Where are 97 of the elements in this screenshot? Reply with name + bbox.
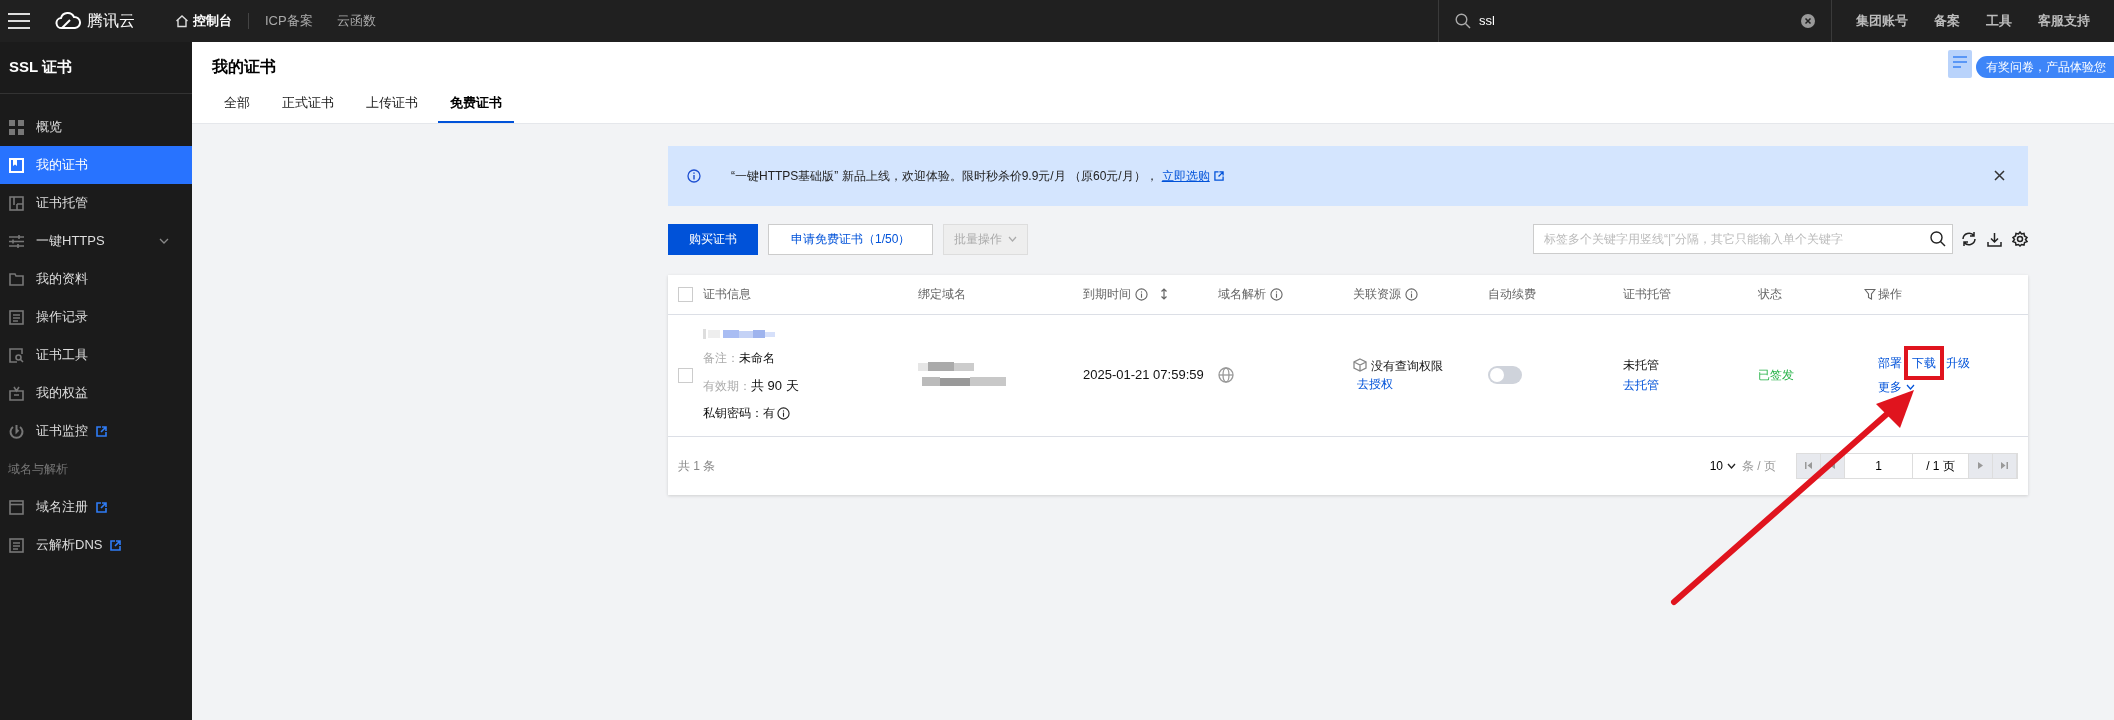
globe-icon [1218, 367, 1234, 383]
nav-link[interactable]: 控制台 [163, 11, 244, 31]
sidebar-item[interactable]: 证书监控 [0, 412, 192, 450]
resource-text: 没有查询权限 [1371, 359, 1443, 373]
tab[interactable]: 免费证书 [438, 93, 514, 123]
nav-link[interactable]: ICP备案 [253, 11, 325, 31]
page-size-select[interactable]: 10 [1709, 456, 1736, 475]
tab[interactable]: 上传证书 [354, 93, 430, 123]
total-count: 共 1 条 [678, 457, 716, 475]
page-title: 我的证书 [212, 57, 276, 77]
search-icon [1455, 13, 1471, 29]
triangle-icon [1804, 461, 1813, 470]
validity-value: 共 90 天 [751, 377, 799, 393]
external-link-icon [96, 501, 107, 513]
cube-icon [1353, 358, 1367, 372]
home-icon [175, 14, 189, 28]
expiry-text: 2025-01-21 07:59:59 [1083, 366, 1205, 385]
sidebar-item[interactable]: 云解析DNS [0, 526, 192, 564]
sliders-icon [9, 233, 24, 249]
first-page-button[interactable] [1797, 453, 1821, 478]
triangle-icon [2000, 461, 2009, 470]
status-text: 已签发 [1758, 367, 1795, 384]
nav-link[interactable]: 云函数 [324, 11, 388, 31]
hosting-link[interactable]: 去托管 [1623, 376, 1758, 394]
column-header: 到期时间 [1083, 286, 1131, 303]
sidebar-item[interactable]: 我的资料 [0, 260, 192, 298]
action-link[interactable]: 部署 [1878, 356, 1902, 370]
field-label: 有效期： [703, 378, 751, 393]
bookmark-icon [9, 157, 24, 173]
column-header: 关联资源 [1353, 286, 1401, 303]
close-icon [1994, 170, 2005, 181]
toolbar-button[interactable]: 申请免费证书（1/50） [768, 223, 934, 255]
column-header: 状态 [1758, 286, 1782, 303]
document-icon [9, 537, 24, 553]
sidebar-item[interactable]: 操作记录 [0, 298, 192, 336]
info-icon [687, 168, 701, 183]
sidebar-item[interactable]: 域名注册 [0, 488, 192, 526]
checkbox[interactable] [678, 367, 693, 383]
window-icon [9, 499, 24, 515]
search-icon [1930, 231, 1946, 247]
magnifier-document-icon [9, 347, 24, 363]
external-link-icon [96, 425, 107, 437]
field-label: 备注： [703, 350, 739, 365]
sidebar-item[interactable]: 我的权益 [0, 374, 192, 412]
grid-icon [9, 119, 24, 135]
external-link-icon [1213, 170, 1224, 181]
section-label: 域名与解析 [7, 461, 69, 478]
checkbox[interactable] [678, 286, 693, 302]
toolbar-button[interactable]: 购买证书 [668, 223, 758, 255]
info-icon [777, 406, 790, 420]
column-header: 自动续费 [1488, 286, 1536, 303]
clear-icon [1801, 14, 1815, 28]
next-page-button[interactable] [1969, 453, 1993, 478]
triangle-icon [1976, 461, 1985, 470]
column-header: 证书信息 [703, 286, 751, 303]
column-header: 操作 [1878, 286, 1902, 303]
chevron-down-icon [1727, 462, 1736, 469]
action-link[interactable]: 下载 [1912, 356, 1936, 370]
last-page-button[interactable] [1993, 453, 2017, 478]
refresh-icon [1961, 231, 1977, 247]
column-header: 证书托管 [1623, 286, 1671, 303]
settings-icon [2012, 231, 2028, 247]
layout-icon [9, 195, 24, 211]
menu-icon [8, 13, 30, 29]
survey-tab[interactable]: 有奖问卷，产品体验您 [1976, 56, 2114, 78]
topbar-link[interactable]: 工具 [1986, 11, 2012, 31]
chevron-down-icon [1008, 236, 1018, 242]
download-icon [1987, 231, 2002, 247]
page-size-unit: 条 / 页 [1742, 457, 1776, 475]
column-header: 域名解析 [1218, 286, 1266, 303]
sidebar-item[interactable]: 概览 [0, 108, 192, 146]
external-link-icon [110, 539, 122, 551]
logo-text: 腾讯云 [87, 11, 135, 31]
chevron-down-icon [159, 238, 169, 244]
hosting-text: 未托管 [1623, 357, 1660, 374]
sidebar-item[interactable]: 证书托管 [0, 184, 192, 222]
topbar-link[interactable]: 备案 [1934, 11, 1960, 31]
topbar-link[interactable]: 集团账号 [1856, 11, 1908, 31]
sidebar-item[interactable]: 我的证书 [0, 146, 192, 184]
topbar-link[interactable]: 客服支持 [2038, 11, 2090, 31]
more-link[interactable]: 更多 [1878, 378, 2028, 396]
remark-value: 未命名 [739, 350, 775, 365]
buy-link[interactable]: 立即选购 [1161, 166, 1224, 185]
notice-text: “一键HTTPS基础版” 新品上线，欢迎体验。限时秒杀价9.9元/月 （原60元/月）， [731, 167, 1158, 185]
cloud-logo-icon [55, 12, 81, 30]
toggle-switch[interactable] [1488, 366, 1522, 384]
authorize-link[interactable]: 去授权 [1357, 377, 1393, 391]
action-link[interactable]: 升级 [1946, 356, 1970, 370]
private-key-text: 私钥密码：有 [703, 405, 775, 423]
sidebar-item[interactable]: 证书工具 [0, 336, 192, 374]
tab[interactable]: 正式证书 [270, 93, 346, 123]
sidebar-item[interactable]: 一键HTTPS [0, 222, 192, 260]
tab[interactable]: 全部 [212, 93, 262, 123]
folder-icon [9, 271, 24, 287]
column-header: 绑定域名 [918, 286, 966, 303]
document-icon [9, 309, 24, 325]
chevron-down-icon [1906, 384, 1915, 390]
